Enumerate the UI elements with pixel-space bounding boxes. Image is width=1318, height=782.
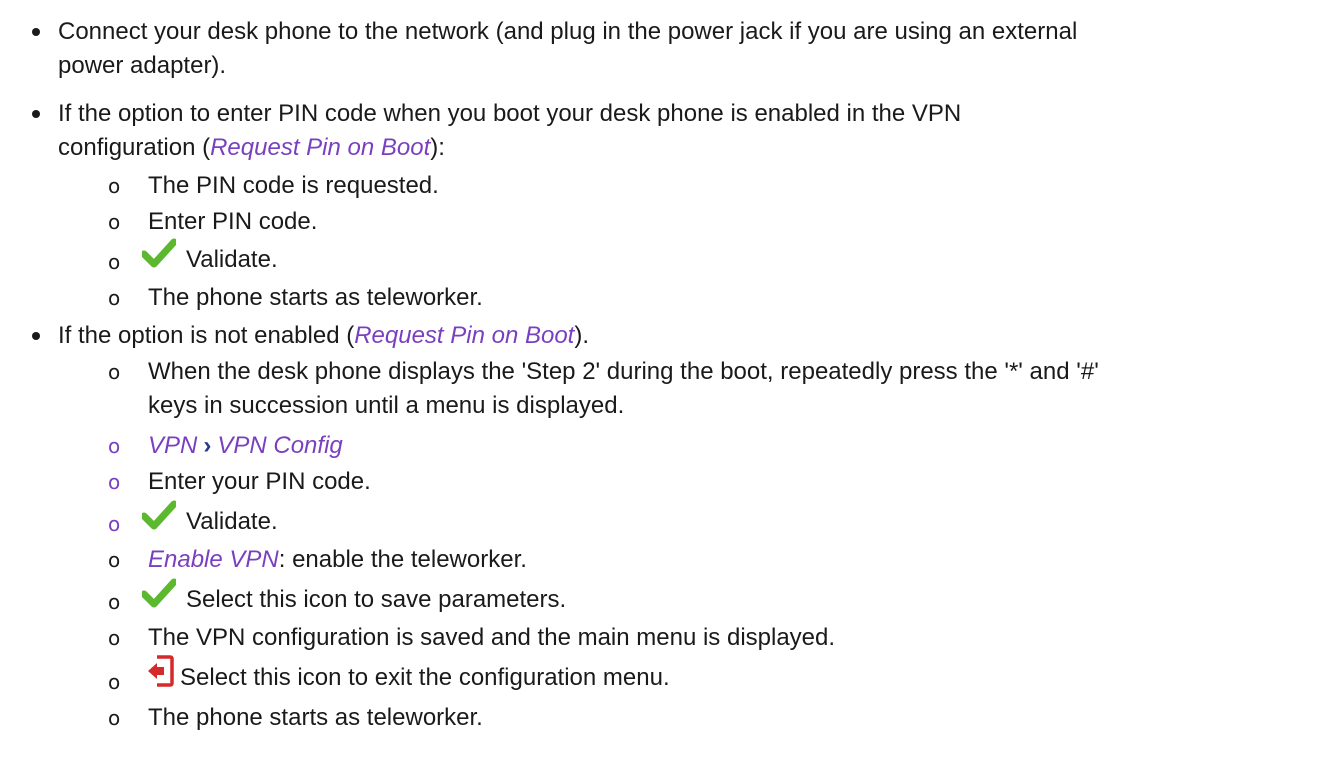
item-2-prefix: configuration ( — [58, 134, 211, 161]
item-1-line-2: power adapter). — [58, 52, 227, 79]
bullet — [32, 332, 40, 340]
item-3-sub-1-line-2: keys in succession until a menu is displ… — [148, 392, 625, 419]
item-1-line-1: Connect your desk phone to the network (… — [58, 18, 1078, 45]
sub-bullet: o — [108, 470, 121, 494]
menu-path-separator: › — [203, 432, 212, 459]
sub-bullet: o — [108, 360, 121, 384]
sub-bullet: o — [108, 670, 121, 694]
request-pin-on-boot-ref: Request Pin on Boot — [354, 322, 575, 349]
item-3-sub-8: Select this icon to exit the configurati… — [180, 664, 670, 691]
request-pin-on-boot-ref: Request Pin on Boot — [210, 134, 431, 161]
item-3-sub-6: Select this icon to save parameters. — [186, 586, 567, 613]
checkmark-icon — [142, 500, 176, 530]
item-2-sub-2: Enter PIN code. — [148, 208, 318, 235]
item-3-sub-7: The VPN configuration is saved and the m… — [148, 624, 836, 651]
menu-path-vpn: VPN — [148, 432, 198, 459]
item-3-sub-5-rest: : enable the teleworker. — [278, 546, 527, 573]
item-2-suffix: ): — [430, 134, 445, 161]
exit-icon — [148, 655, 174, 687]
item-3-suffix: ). — [574, 322, 590, 349]
item-3-sub-5: Enable VPN: enable the teleworker. — [148, 544, 527, 576]
sub-bullet: o — [108, 174, 121, 198]
sub-bullet: o — [108, 434, 121, 458]
sub-bullet: o — [108, 512, 121, 536]
item-3-sub-9: The phone starts as teleworker. — [148, 704, 483, 731]
sub-bullet: o — [108, 250, 121, 274]
bullet — [32, 28, 40, 36]
sub-bullet: o — [108, 590, 121, 614]
menu-path: VPN › VPN Config — [148, 430, 343, 462]
sub-bullet: o — [108, 286, 121, 310]
document-page: Connect your desk phone to the network (… — [0, 0, 1318, 782]
item-2-line-1: If the option to enter PIN code when you… — [58, 100, 962, 127]
item-2-sub-4: The phone starts as teleworker. — [148, 284, 483, 311]
item-3-prefix: If the option is not enabled ( — [58, 322, 355, 349]
menu-path-vpn-config: VPN Config — [217, 432, 343, 459]
item-2-sub-1: The PIN code is requested. — [148, 172, 439, 199]
item-3-sub-3: Enter your PIN code. — [148, 468, 371, 495]
sub-bullet: o — [108, 210, 121, 234]
checkmark-icon — [142, 238, 176, 268]
item-3-sub-1-line-1: When the desk phone displays the 'Step 2… — [148, 358, 1099, 385]
item-2-sub-3: Validate. — [186, 246, 278, 273]
sub-bullet: o — [108, 706, 121, 730]
checkmark-icon — [142, 578, 176, 608]
item-3-line: If the option is not enabled (Request Pi… — [58, 320, 589, 352]
item-2-line-2: configuration (Request Pin on Boot): — [58, 132, 445, 164]
item-3-sub-4: Validate. — [186, 508, 278, 535]
bullet — [32, 110, 40, 118]
sub-bullet: o — [108, 626, 121, 650]
enable-vpn-ref: Enable VPN — [148, 546, 279, 573]
sub-bullet: o — [108, 548, 121, 572]
